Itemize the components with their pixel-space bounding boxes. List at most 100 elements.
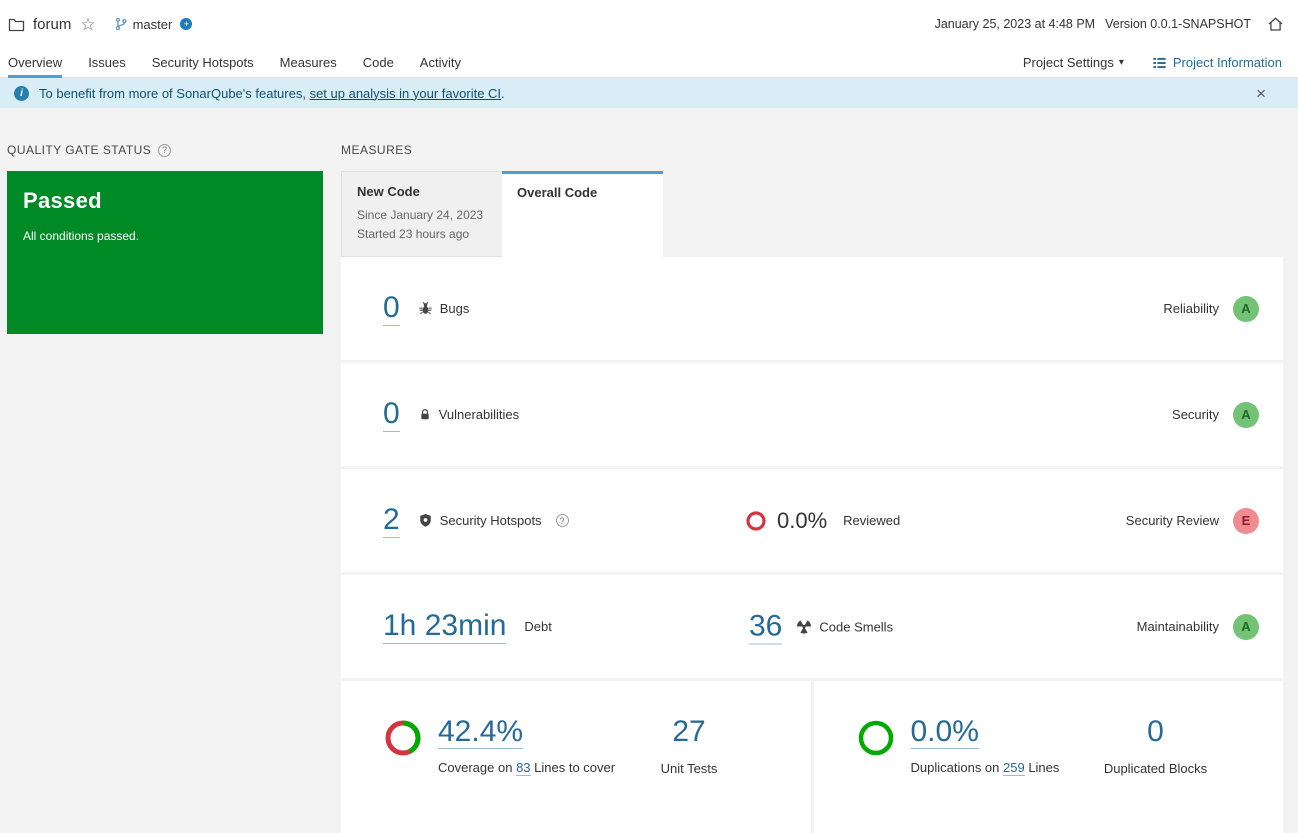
project-name[interactable]: forum <box>33 16 71 33</box>
duplications-percentage-link[interactable]: 0.0% <box>910 715 979 749</box>
tab-new-code[interactable]: New Code Since January 24, 2023 Started … <box>341 171 502 257</box>
duplications-description: Duplications on 259 Lines <box>910 760 1060 776</box>
measures-section: MEASURES New Code Since January 24, 2023… <box>341 143 1283 833</box>
branch-status-badge: + <box>180 18 193 30</box>
unit-tests-count: 27 <box>672 715 706 748</box>
ci-setup-link[interactable]: set up analysis in your favorite CI <box>310 86 501 101</box>
quality-gate-section: QUALITY GATE STATUS ? Passed All conditi… <box>7 143 323 334</box>
coverage-percentage-link[interactable]: 42.4% <box>438 715 524 749</box>
unit-tests-label: Unit Tests <box>660 761 718 776</box>
bug-icon <box>418 301 433 316</box>
home-icon[interactable] <box>1267 16 1284 32</box>
reliability-rating-badge[interactable]: A <box>1233 295 1259 322</box>
code-smells-label: Code Smells <box>819 619 894 634</box>
duplications-desc-suffix: Lines <box>1024 760 1060 775</box>
ci-setup-banner: i To benefit from more of SonarQube's fe… <box>0 78 1298 108</box>
help-icon[interactable]: ? <box>555 514 569 527</box>
security-label: Security <box>1172 407 1219 422</box>
duplications-ring-icon <box>856 718 896 758</box>
project-information-button[interactable]: Project Information <box>1152 55 1282 70</box>
favorite-star-icon[interactable]: ☆ <box>80 16 95 33</box>
hotspots-label: Security Hotspots <box>439 513 542 528</box>
reviewed-ring-icon <box>745 510 767 532</box>
quality-gate-status: Passed <box>23 188 102 213</box>
reliability-label: Reliability <box>1163 301 1219 316</box>
nav-tab-code[interactable]: Code <box>363 48 394 78</box>
new-code-since: Since January 24, 2023 <box>357 208 484 222</box>
quality-gate-title-row: QUALITY GATE STATUS ? <box>7 143 323 157</box>
vulnerabilities-label: Vulnerabilities <box>438 407 520 422</box>
duplicated-lines-link[interactable]: 259 <box>1003 760 1025 776</box>
nav-tab-overview[interactable]: Overview <box>8 48 63 78</box>
measures-tabs: New Code Since January 24, 2023 Started … <box>341 171 1283 257</box>
code-smells-group: 36 Code Smells <box>749 609 893 644</box>
tab-overall-code[interactable]: Overall Code <box>502 171 663 257</box>
coverage-desc-prefix: Coverage on <box>438 760 517 775</box>
branch-name: master <box>132 16 173 32</box>
security-review-rating-badge[interactable]: E <box>1233 507 1259 534</box>
duplicated-blocks-count: 0 <box>1147 715 1164 748</box>
info-icon: i <box>14 85 29 101</box>
security-review-label: Security Review <box>1125 513 1219 528</box>
coverage-duplications-row: 42.4% Coverage on 83 Lines to cover 27 U… <box>341 681 1283 833</box>
top-bar: forum ☆ master + January 25, 2023 at 4:4… <box>0 0 1298 48</box>
analysis-timestamp: January 25, 2023 at 4:48 PM <box>934 17 1096 31</box>
banner-text-prefix: To benefit from more of SonarQube's feat… <box>39 85 310 101</box>
overview-content: QUALITY GATE STATUS ? Passed All conditi… <box>0 108 1298 833</box>
code-smells-label-group: Code Smells <box>796 619 893 635</box>
chevron-down-icon: ▾ <box>1118 57 1124 68</box>
code-smells-count-link[interactable]: 36 <box>749 609 783 644</box>
security-rating-badge[interactable]: A <box>1233 401 1259 428</box>
hotspots-label-group: Security Hotspots ? <box>418 513 569 528</box>
quality-gate-title: QUALITY GATE STATUS <box>7 143 152 157</box>
nav-tabs: Overview Issues Security Hotspots Measur… <box>8 48 461 78</box>
top-bar-left: forum ☆ master + <box>8 16 193 33</box>
nav-tab-measures[interactable]: Measures <box>280 48 337 78</box>
help-icon[interactable]: ? <box>158 143 172 157</box>
new-code-tab-label: New Code <box>357 184 420 199</box>
overall-code-tab-label: Overall Code <box>517 185 598 200</box>
project-nav: Overview Issues Security Hotspots Measur… <box>0 48 1298 78</box>
maintainability-rating-badge[interactable]: A <box>1233 613 1259 640</box>
unit-tests-group: 27 Unit Tests <box>619 715 759 776</box>
bugs-label-group: Bugs <box>418 301 470 316</box>
nav-tab-security-hotspots[interactable]: Security Hotspots <box>152 48 254 78</box>
quality-gate-status-card: Passed All conditions passed. <box>7 171 323 334</box>
coverage-description: Coverage on 83 Lines to cover <box>438 760 615 776</box>
security-review-group: Security Review E <box>1125 507 1259 534</box>
duplications-desc-prefix: Duplications on <box>910 760 1003 775</box>
duplications-card: 0.0% Duplications on 259 Lines 0 Duplica… <box>813 681 1283 833</box>
debt-link[interactable]: 1h 23min <box>383 609 507 644</box>
maintainability-row: 1h 23min Debt 36 Code Smells Maintainabi… <box>341 575 1283 678</box>
vulnerabilities-count-link[interactable]: 0 <box>383 397 400 432</box>
nav-tab-activity[interactable]: Activity <box>420 48 461 78</box>
reviewed-percentage: 0.0% <box>777 507 828 533</box>
project-version: Version 0.0.1-SNAPSHOT <box>1105 17 1251 31</box>
nav-right: Project Settings ▾ Project Information <box>1023 48 1282 77</box>
hotspots-count-link[interactable]: 2 <box>383 503 400 538</box>
coverage-card: 42.4% Coverage on 83 Lines to cover 27 U… <box>341 681 811 833</box>
nav-tab-issues[interactable]: Issues <box>88 48 126 78</box>
project-settings-dropdown[interactable]: Project Settings ▾ <box>1023 55 1124 70</box>
project-qualifier-icon <box>8 17 25 32</box>
measures-title: MEASURES <box>341 143 413 157</box>
hotspots-reviewed-group: 0.0% Reviewed <box>745 508 900 534</box>
bugs-label: Bugs <box>439 301 470 316</box>
security-hotspot-icon <box>418 513 433 528</box>
new-code-tab-subtitle: Since January 24, 2023 Started 23 hours … <box>357 206 487 243</box>
lines-to-cover-link[interactable]: 83 <box>516 760 531 776</box>
duplicated-blocks-label: Duplicated Blocks <box>1103 761 1208 776</box>
close-icon[interactable]: × <box>1256 85 1284 102</box>
bugs-count-link[interactable]: 0 <box>383 291 400 326</box>
bugs-row: 0 Bugs Reliability A <box>341 257 1283 360</box>
coverage-donut-icon <box>383 718 423 758</box>
vulnerabilities-label-group: Vulnerabilities <box>418 407 519 422</box>
project-information-label: Project Information <box>1172 55 1282 70</box>
security-group: Security A <box>1172 401 1259 428</box>
maintainability-label: Maintainability <box>1136 619 1219 634</box>
debt-label-group: Debt <box>524 619 551 634</box>
git-branch-icon <box>114 17 128 31</box>
code-smell-icon <box>796 619 812 635</box>
project-settings-label: Project Settings <box>1022 55 1114 70</box>
page: forum ☆ master + January 25, 2023 at 4:4… <box>0 0 1298 833</box>
